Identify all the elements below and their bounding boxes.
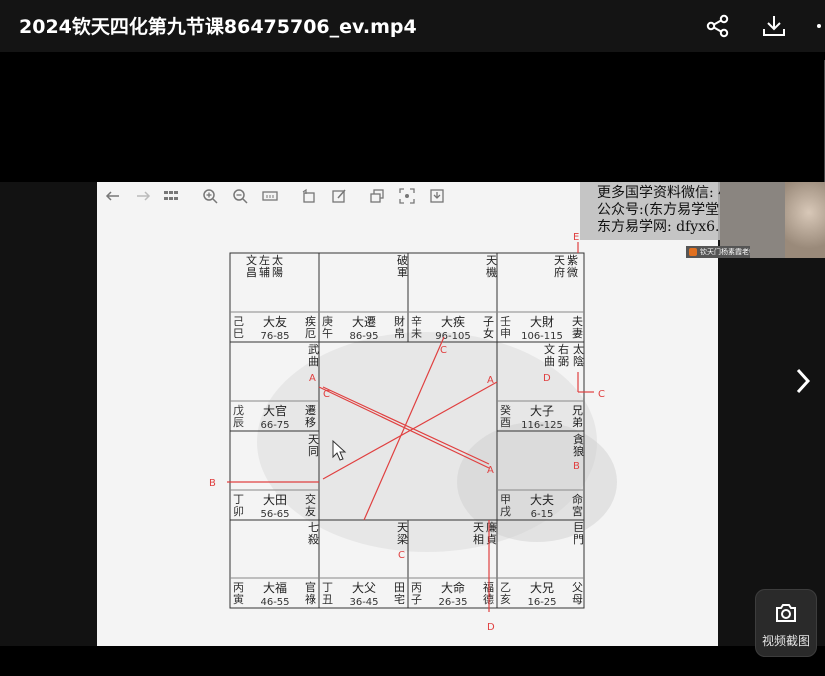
palace-name: 兄弟: [572, 404, 583, 429]
marker-c: C: [398, 550, 405, 561]
screenshot-button[interactable]: 视频截图: [755, 589, 817, 657]
palace-name: 命宮: [572, 492, 583, 518]
ziwei-chart: 己巳 大友 76-85 疾厄庚午 大遷 86-95 財帛辛未 大疾 96-105 子女壬申 大財 10…: [209, 232, 617, 633]
age-range: 56-65: [260, 509, 289, 520]
palace-cell: 乙亥 大兄 16-25 父母: [500, 581, 583, 608]
palace-stem: 癸酉: [500, 403, 511, 429]
star-label: 左辅: [259, 254, 270, 279]
star-label: 天同: [308, 433, 319, 458]
presenter-face: [785, 182, 825, 258]
age-range: 96-105: [435, 331, 470, 342]
star-label: 破軍: [397, 253, 408, 279]
marker-c: C: [598, 389, 605, 400]
user-icon: [689, 248, 697, 256]
camera-icon: [776, 604, 796, 622]
palace-stem: 丁卯: [233, 493, 244, 518]
palace-stem: 庚午: [322, 314, 333, 340]
palace-stem: 甲戌: [500, 493, 511, 518]
age-range: 26-35: [438, 597, 467, 608]
slide-area: 己巳 大友 76-85 疾厄 庚午 大遷 86-95 財帛 辛未 大疾 96-105 子女 壬申 大財 10…: [97, 182, 718, 646]
star-label: 天梁: [397, 521, 408, 546]
star-label: 巨門: [573, 521, 584, 546]
palace-name: 田宅: [394, 581, 405, 606]
star-label: 太陽: [272, 254, 283, 279]
marker-c: C: [323, 389, 330, 400]
palace-cell: 壬申 大財 106-115 夫妻: [500, 314, 583, 342]
decade-palace: 大友: [263, 315, 287, 329]
decade-palace: 大父: [352, 581, 376, 595]
age-range: 6-15: [531, 509, 554, 520]
star-label: 文曲: [544, 342, 555, 368]
age-range: 116-125: [521, 420, 563, 431]
palace-stem: 戊辰: [233, 404, 244, 429]
palace-name: 交友: [305, 492, 316, 518]
screenshot-label: 视频截图: [761, 634, 810, 648]
star-label: 天相: [473, 521, 484, 546]
palace-stem: 丙子: [411, 581, 422, 606]
marker-a: A: [487, 375, 494, 386]
palace-cell: 丁丑 大父 36-45 田宅: [322, 581, 405, 608]
palace-name: 夫妻: [572, 315, 583, 340]
age-range: 16-25: [527, 597, 556, 608]
star-label: 七殺: [308, 521, 319, 546]
palace-stem: 壬申: [500, 315, 511, 340]
marker-a: A: [309, 373, 316, 384]
palace-stem: 己巳: [233, 315, 244, 340]
palace-stem: 丙寅: [233, 581, 244, 606]
star-label: 天府: [554, 254, 565, 279]
palace-name: 疾厄: [305, 314, 316, 340]
palace-name: 遷移: [305, 404, 316, 429]
star-label: 太陰: [573, 343, 584, 368]
palace-cell: 丙子大命26-35福德: [411, 580, 494, 608]
decade-palace: 大遷: [352, 315, 376, 329]
decade-palace: 大官: [263, 403, 287, 418]
palace-stem: 辛未: [411, 314, 422, 340]
palace-name: 子女: [483, 315, 494, 340]
star-label: 貪狼: [573, 432, 584, 458]
age-range: 66-75: [260, 420, 289, 431]
star-label: 紫微: [567, 254, 578, 279]
decade-palace: 大子: [530, 404, 554, 418]
camera-label: 钦天门杨素霞老师讲: [700, 248, 750, 256]
next-slide-chevron-icon[interactable]: [793, 366, 813, 396]
decade-palace: 大財: [530, 314, 554, 329]
marker-b: B: [573, 461, 580, 472]
palace-name: 官祿: [305, 580, 316, 606]
palace-stem: 丁丑: [322, 581, 333, 606]
marker-d: D: [543, 373, 551, 384]
share-icon[interactable]: [704, 12, 732, 40]
palace-name: 父母: [572, 581, 583, 606]
palace-stem: 乙亥: [500, 581, 511, 606]
age-range: 86-95: [349, 331, 378, 342]
star-label: 文昌: [246, 253, 257, 279]
age-range: 36-45: [349, 597, 378, 608]
download-icon[interactable]: [760, 12, 788, 40]
age-range: 106-115: [521, 331, 563, 342]
palace-cell: 己巳 大友 76-85 疾厄: [233, 314, 316, 342]
age-range: 76-85: [260, 331, 289, 342]
decade-palace: 大福: [263, 580, 287, 595]
decade-palace: 大夫: [530, 493, 554, 507]
marker-d: D: [487, 622, 495, 633]
decade-palace: 大兄: [530, 581, 554, 595]
marker-c: C: [440, 345, 447, 356]
more-icon[interactable]: [812, 12, 825, 40]
marker-e: E: [573, 232, 579, 243]
title-bar: 2024钦天四化第九节课86475706_ev.mp4: [0, 0, 825, 52]
decade-palace: 大田: [263, 493, 287, 507]
decade-palace: 大命: [441, 580, 465, 595]
age-range: 46-55: [260, 597, 289, 608]
star-label: 右弼: [558, 342, 569, 368]
marker-a: A: [487, 465, 494, 476]
camera-label-bar: 钦天门杨素霞老师讲: [686, 246, 750, 258]
star-label: 武曲: [308, 343, 319, 368]
palace-cell: 丙寅 大福 46-55 官祿: [233, 580, 316, 608]
palace-name: 財帛: [394, 314, 405, 340]
star-label: 廉貞: [486, 520, 497, 546]
decade-palace: 大疾: [441, 314, 465, 329]
video-title: 2024钦天四化第九节课86475706_ev.mp4: [19, 16, 417, 38]
star-label: 天機: [486, 254, 497, 279]
marker-b: B: [209, 478, 216, 489]
